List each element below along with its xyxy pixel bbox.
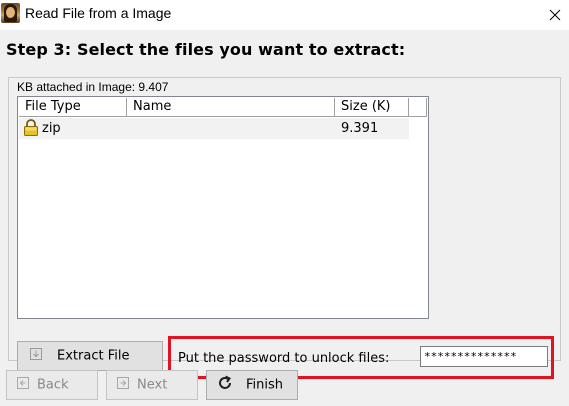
file-list-header: File Type Name Size (K) <box>19 98 427 117</box>
file-size-cell: 9.391 <box>341 121 379 136</box>
next-arrow-icon <box>117 377 129 393</box>
file-list[interactable]: File Type Name Size (K) zip 9.391 <box>17 96 429 319</box>
next-label: Next <box>137 377 168 393</box>
extract-file-button[interactable]: Extract File <box>17 341 163 371</box>
password-prompt: Put the password to unlock files: <box>178 351 390 366</box>
column-filler <box>409 98 427 117</box>
attachment-group: KB attached in Image: 9.407 File Type Na… <box>8 77 561 379</box>
close-icon[interactable] <box>544 4 566 26</box>
finish-button[interactable]: Finish <box>206 370 298 400</box>
password-field[interactable]: ************** <box>420 346 548 367</box>
step-title: Step 3: Select the files you want to ext… <box>6 40 406 59</box>
finish-label: Finish <box>246 377 284 393</box>
extract-file-label: Extract File <box>57 348 130 364</box>
dialog-body: Step 3: Select the files you want to ext… <box>0 30 569 406</box>
kb-attached-label: KB attached in Image: 9.407 <box>17 80 169 94</box>
extract-arrow-icon <box>30 348 42 364</box>
back-button[interactable]: Back <box>6 370 98 400</box>
file-type-cell: zip <box>42 121 61 136</box>
next-button[interactable]: Next <box>106 370 198 400</box>
window-title: Read File from a Image <box>25 5 172 21</box>
back-arrow-icon <box>17 377 29 393</box>
column-size[interactable]: Size (K) <box>335 98 409 117</box>
lock-icon <box>23 119 39 136</box>
table-row[interactable]: zip 9.391 <box>19 118 409 139</box>
mona-lisa-icon <box>1 3 20 23</box>
column-name[interactable]: Name <box>127 98 335 117</box>
refresh-icon <box>216 374 234 396</box>
column-file-type[interactable]: File Type <box>19 98 127 117</box>
title-bar: Read File from a Image <box>0 0 569 30</box>
back-label: Back <box>37 377 69 393</box>
